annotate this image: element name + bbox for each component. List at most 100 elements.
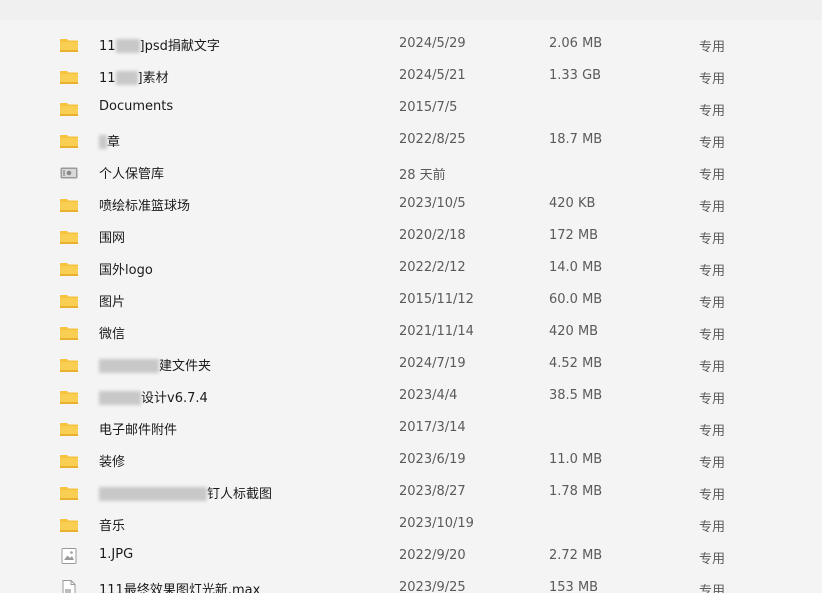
file-name: 电子邮件附件 [99,419,177,438]
folder-icon [60,133,78,148]
file-name: 个人保管库 [99,163,164,182]
file-date: 2015/7/5 [399,100,458,115]
file-name-suffix: 钉人标截图 [207,487,273,502]
file-row[interactable]: 个人保管库 28 天前 专用 [0,157,822,189]
file-name-suffix: ]素材 [137,71,169,86]
file-availability: 专用 [699,40,726,55]
file-row[interactable]: 喷绘标准篮球场 2023/10/5 420 KB 专用 [0,189,822,221]
top-bar [0,0,822,20]
file-availability: 专用 [699,552,726,567]
file-name: 1.JPG [99,547,133,562]
file-name-prefix: 111最终效果图灯光新.max [99,583,261,593]
file-name-prefix: 11 [99,39,116,54]
file-row[interactable]: 微信 2021/11/14 420 MB 专用 [0,317,822,349]
file-date: 2023/8/27 [399,484,466,499]
file-availability: 专用 [699,136,726,151]
folder-icon [60,197,78,212]
file-row[interactable]: 围网 2020/2/18 172 MB 专用 [0,221,822,253]
file-date: 2015/11/12 [399,292,474,307]
file-availability: 专用 [699,520,726,535]
file-row[interactable]: 建文件夹 2024/7/19 4.52 MB 专用 [0,349,822,381]
file-row[interactable]: 音乐 2023/10/19 专用 [0,509,822,541]
file-date: 2024/5/29 [399,36,466,51]
file-name-prefix: 音乐 [99,519,126,534]
max-file-icon [60,580,78,593]
file-size: 420 KB [549,196,596,211]
redaction-blur [99,358,159,373]
file-date: 2020/2/18 [399,228,466,243]
file-name: 11 ]psd捐献文字 [99,35,220,54]
file-name-prefix: 1.JPG [99,547,134,562]
file-availability: 专用 [699,328,726,343]
file-size: 1.33 GB [549,68,602,83]
vault-icon [60,165,78,179]
file-size: 18.7 MB [549,132,603,147]
file-name: 111最终效果图灯光新.max [99,579,260,593]
file-availability: 专用 [699,488,726,503]
file-row[interactable]: 钉人标截图 2023/8/27 1.78 MB 专用 [0,477,822,509]
file-date: 2024/5/21 [399,68,466,83]
file-size: 4.52 MB [549,356,603,371]
file-row[interactable]: 装修 2023/6/19 11.0 MB 专用 [0,445,822,477]
folder-icon [60,101,78,116]
file-date: 2017/3/14 [399,420,466,435]
redaction-blur [115,70,138,85]
folder-icon [60,325,78,340]
file-name-prefix: 国外logo [99,263,153,278]
file-explorer-window: 11]psd捐献文字 2024/5/29 2.06 MB 专用 11]素材 2024/5/… [0,0,822,593]
file-row[interactable]: 章 2022/8/25 18.7 MB 专用 [0,125,822,157]
file-list: 11]psd捐献文字 2024/5/29 2.06 MB 专用 11]素材 2024/5/… [0,29,822,593]
file-name-prefix: 图片 [99,295,126,310]
file-date: 2023/10/19 [399,516,474,531]
file-name: 装修 [99,451,125,470]
file-size: 420 MB [549,324,599,339]
file-name-prefix: 喷绘标准篮球场 [99,199,191,214]
file-row[interactable]: 11]素材 2024/5/21 1.33 GB 专用 [0,61,822,93]
file-name-suffix: ]psd捐献文字 [139,39,220,54]
file-size: 38.5 MB [549,388,603,403]
file-name-prefix: 微信 [99,327,126,342]
file-date: 2023/9/25 [399,580,466,593]
file-row[interactable]: 111最终效果图灯光新.max 2023/9/25 153 MB 专用 [0,573,822,593]
file-availability: 专用 [699,232,726,247]
file-row[interactable]: 电子邮件附件 2017/3/14 专用 [0,413,822,445]
file-name: 喷绘标准篮球场 [99,195,190,214]
file-row[interactable]: 设计v6.7.4 2023/4/4 38.5 MB 专用 [0,381,822,413]
folder-icon [60,389,78,404]
file-availability: 专用 [699,200,726,215]
folder-icon [60,37,78,52]
file-name-prefix: 围网 [99,231,126,246]
file-date: 2023/6/19 [399,452,466,467]
file-availability: 专用 [699,424,726,439]
file-date: 28 天前 [399,168,446,183]
file-name: 钉人标截图 [99,483,272,502]
file-size: 14.0 MB [549,260,603,275]
file-availability: 专用 [699,264,726,279]
file-name-prefix: Documents [99,99,174,114]
file-name: Documents [99,99,173,114]
folder-icon [60,453,78,468]
file-name: 设计v6.7.4 [99,387,208,406]
file-availability: 专用 [699,392,726,407]
file-row[interactable]: Documents 2015/7/5 专用 [0,93,822,125]
redaction-blur [99,134,107,149]
file-name-prefix: 装修 [99,455,126,470]
file-row[interactable]: 国外logo 2022/2/12 14.0 MB 专用 [0,253,822,285]
file-availability: 专用 [699,168,726,183]
file-row[interactable]: 11]psd捐献文字 2024/5/29 2.06 MB 专用 [0,29,822,61]
redaction-blur [99,390,141,405]
file-row[interactable]: 图片 2015/11/12 60.0 MB 专用 [0,285,822,317]
file-name-prefix: 电子邮件附件 [99,423,178,438]
file-availability: 专用 [699,296,726,311]
file-row[interactable]: 1.JPG 2022/9/20 2.72 MB 专用 [0,541,822,573]
file-name: 建文件夹 [99,355,211,374]
file-date: 2022/2/12 [399,260,466,275]
file-size: 1.78 MB [549,484,603,499]
file-name: 微信 [99,323,125,342]
file-name: 图片 [99,291,125,310]
file-date: 2023/10/5 [399,196,466,211]
file-date: 2021/11/14 [399,324,474,339]
folder-icon [60,357,78,372]
file-date: 2024/7/19 [399,356,466,371]
folder-icon [60,293,78,308]
